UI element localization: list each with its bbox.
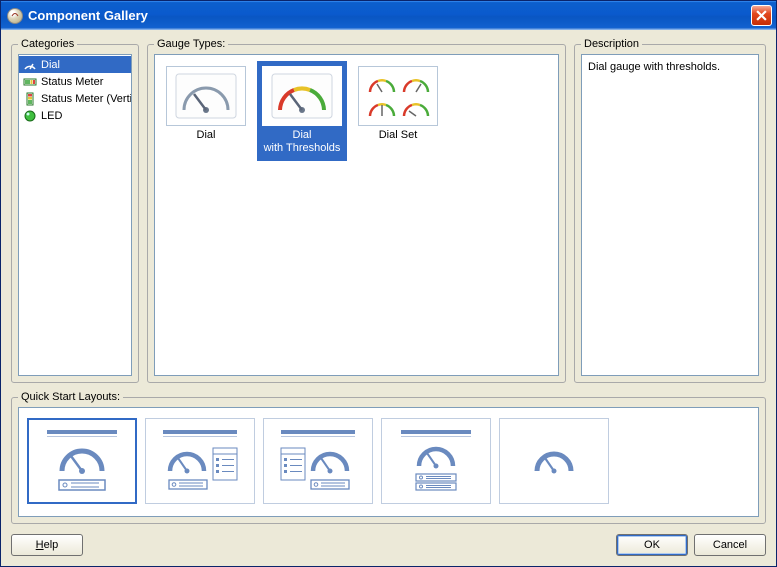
titlebar: Component Gallery [1,1,776,30]
gauge-type-label: Dial [164,128,248,143]
category-item-status-meter-vertical[interactable]: Status Meter (Verti... [19,90,131,107]
close-button[interactable] [751,5,772,26]
status-meter-vertical-icon [23,92,37,106]
category-item-dial[interactable]: Dial [19,56,131,73]
category-label: Status Meter [41,76,103,88]
quick-start-legend: Quick Start Layouts: [18,391,123,403]
gauge-type-label: Dial Set [356,128,440,143]
ok-button[interactable]: OK [616,534,688,556]
gauge-types-legend: Gauge Types: [154,38,228,50]
quick-start-layout-3[interactable] [263,418,373,504]
gauge-types-panel: Gauge Types: Dial [147,38,566,383]
app-icon [7,8,23,24]
categories-panel: Categories Dial Status Meter [11,38,139,383]
description-legend: Description [581,38,642,50]
dial-set-thumbnail [358,66,438,126]
button-row: Help OK Cancel [11,534,766,556]
description-text: Dial gauge with thresholds. [581,54,759,376]
category-label: Status Meter (Verti... [41,93,131,105]
gauge-type-dial-thresholds[interactable]: Dial with Thresholds [257,61,347,161]
help-button[interactable]: Help [11,534,83,556]
quick-start-panel: Quick Start Layouts: [11,391,766,524]
description-panel: Description Dial gauge with thresholds. [574,38,766,383]
categories-legend: Categories [18,38,77,50]
quick-start-layout-4[interactable] [381,418,491,504]
status-meter-icon [23,75,37,89]
dial-thumbnail [166,66,246,126]
quick-start-list[interactable] [18,407,759,517]
category-item-status-meter[interactable]: Status Meter [19,73,131,90]
window-title: Component Gallery [28,8,751,23]
quick-start-layout-2[interactable] [145,418,255,504]
gauge-types-list[interactable]: Dial Dial with Thresholds [154,54,559,376]
gauge-type-dial[interactable]: Dial [161,61,251,148]
quick-start-layout-1[interactable] [27,418,137,504]
dialog-content: Categories Dial Status Meter [1,30,776,566]
gauge-type-label: Dial with Thresholds [260,128,344,156]
gauge-type-dial-set[interactable]: Dial Set [353,61,443,148]
categories-list[interactable]: Dial Status Meter Status Meter (Verti... [18,54,132,376]
led-icon [23,109,37,123]
category-item-led[interactable]: LED [19,107,131,124]
category-label: LED [41,110,62,122]
cancel-button[interactable]: Cancel [694,534,766,556]
category-label: Dial [41,59,60,71]
quick-start-layout-5[interactable] [499,418,609,504]
dial-icon [23,58,37,72]
dial-thresholds-thumbnail [262,66,342,126]
